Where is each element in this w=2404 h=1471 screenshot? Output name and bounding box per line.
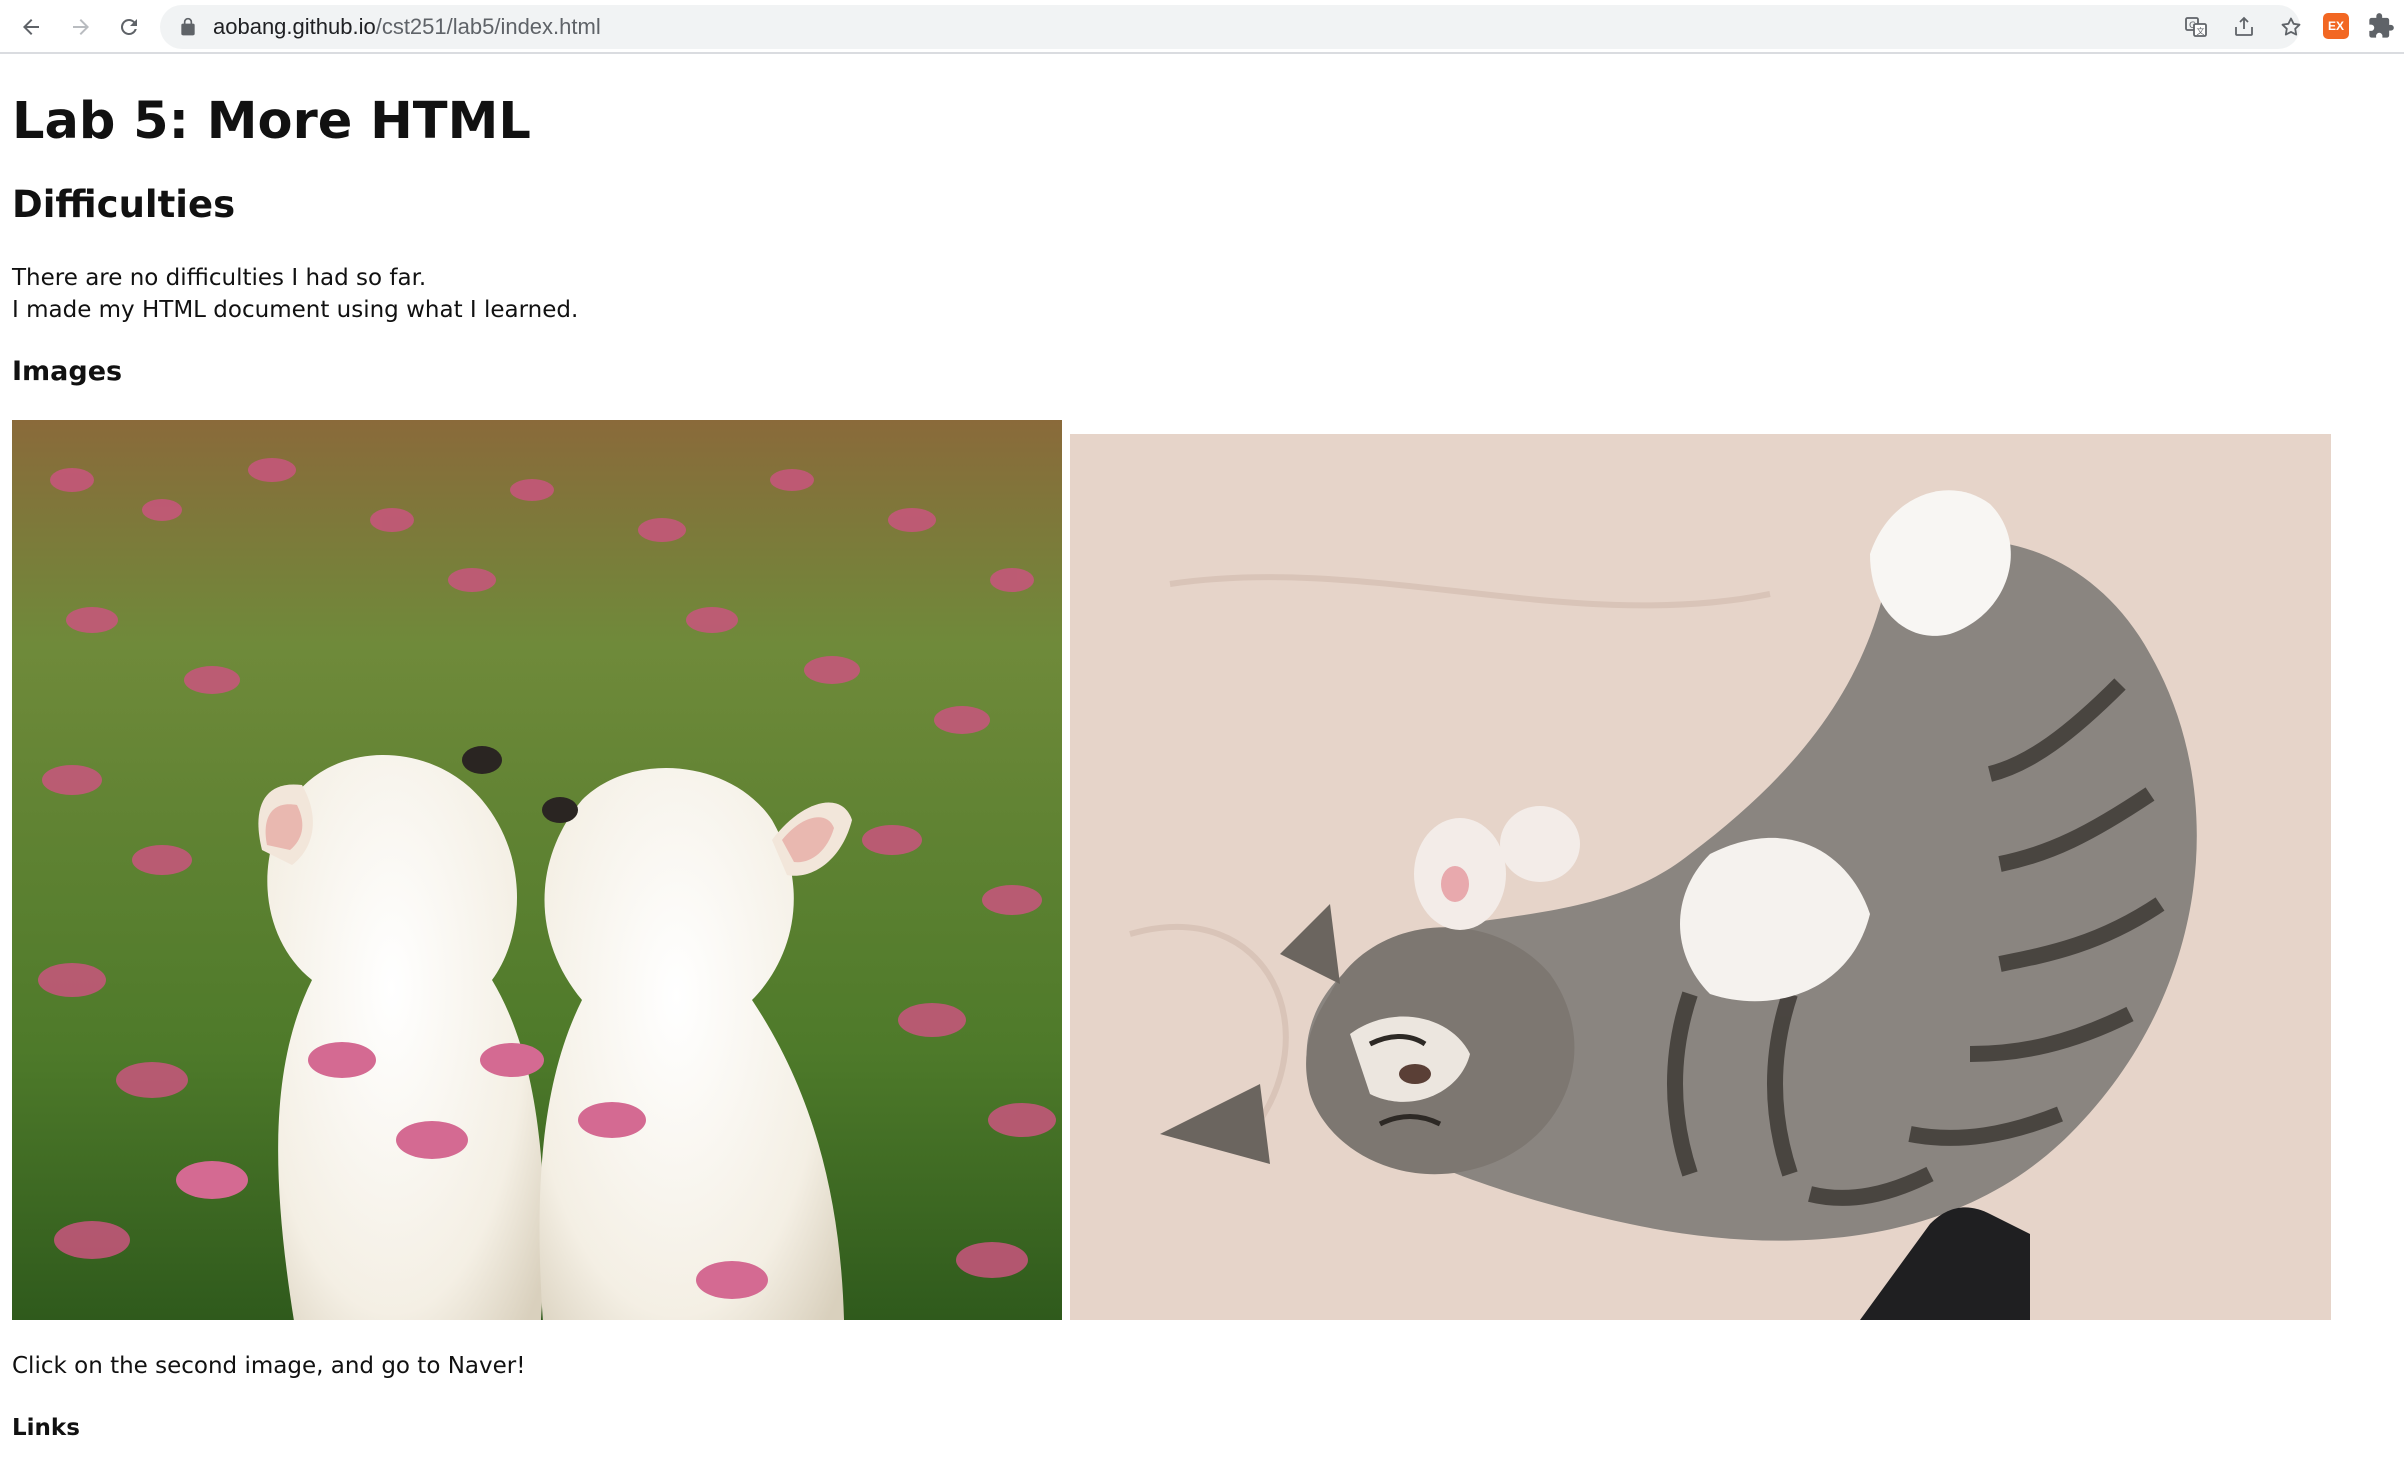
back-icon [23,19,39,35]
url-host: aobang.github.io [213,14,376,39]
difficulties-paragraph: There are no difficulties I had so far. … [12,262,578,326]
page-title: Lab 5: More HTML [12,92,531,151]
forward-icon [73,19,89,35]
puppies-image [12,420,1062,1320]
image-caption: Click on the second image, and go to Nav… [12,1353,526,1379]
back-button[interactable] [13,9,49,45]
forward-button[interactable] [63,9,99,45]
extensions-puzzle-icon[interactable] [2367,12,2395,40]
translate-icon: G 文 [2185,17,2207,37]
url-path: /cst251/lab5/index.html [375,14,601,39]
url-text[interactable]: aobang.github.io/cst251/lab5/index.html [213,5,601,49]
share-button[interactable] [2230,13,2258,41]
browser-toolbar: aobang.github.io/cst251/lab5/index.html … [0,0,2404,54]
kitten-image-link[interactable] [1070,434,2331,1320]
reload-button[interactable] [111,9,147,45]
reload-icon [120,18,137,35]
bookmark-star-icon [2281,17,2301,36]
difficulties-line-2: I made my HTML document using what I lea… [12,297,579,323]
difficulties-heading: Difficulties [12,183,236,226]
bookmark-button[interactable] [2277,13,2305,41]
lock-icon[interactable] [178,17,198,37]
share-icon [2235,16,2253,36]
difficulties-line-1: There are no difficulties I had so far. [12,265,427,291]
svg-text:文: 文 [2197,26,2205,36]
links-heading: Links [12,1415,80,1441]
images-heading: Images [12,356,123,387]
address-bar[interactable]: aobang.github.io/cst251/lab5/index.html … [160,5,2301,49]
translate-button[interactable]: G 文 [2182,13,2210,41]
extension-badge-icon[interactable]: EX [2323,13,2349,39]
